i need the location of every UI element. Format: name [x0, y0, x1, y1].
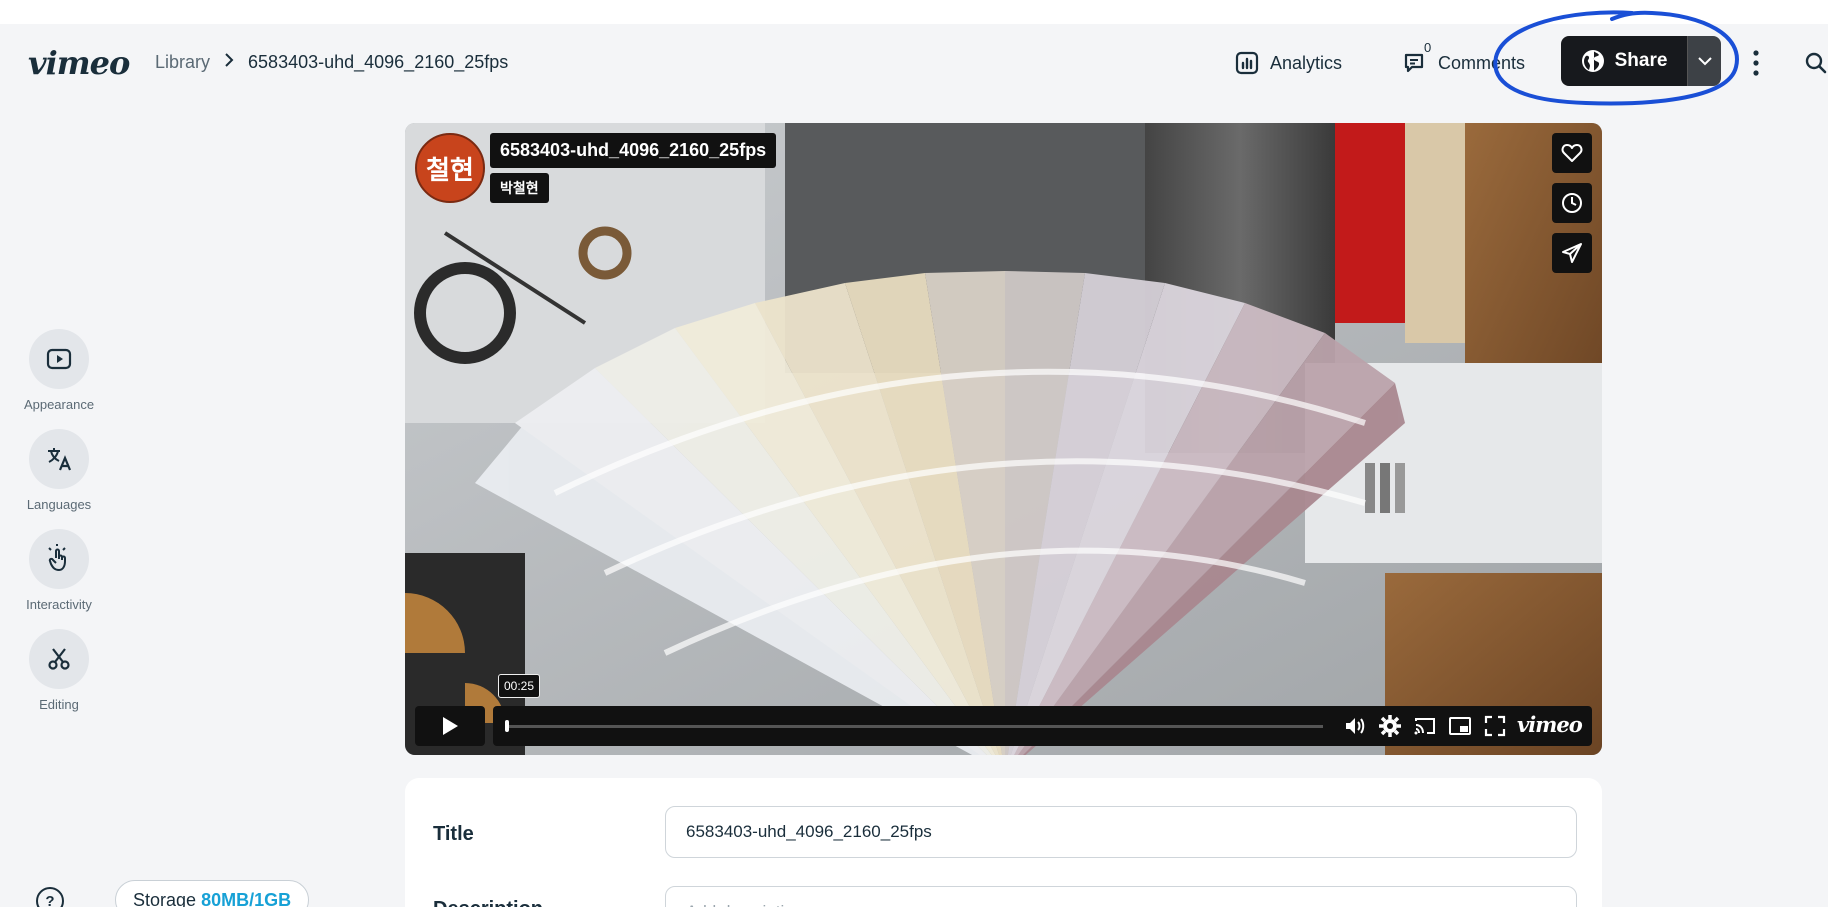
- storage-label: Storage: [133, 890, 197, 907]
- breadcrumb-current: 6583403-uhd_4096_2160_25fps: [248, 52, 509, 72]
- breadcrumb: Library 6583403-uhd_4096_2160_25fps: [155, 52, 508, 73]
- share-button-group: Share: [1561, 36, 1721, 86]
- top-strip: [0, 0, 1828, 24]
- header: vimeo Library 6583403-uhd_4096_2160_25fp…: [0, 24, 1828, 100]
- sidebar-item-editing[interactable]: Editing: [14, 629, 104, 712]
- avatar[interactable]: 철현: [415, 133, 485, 203]
- analytics-label: Analytics: [1270, 52, 1343, 73]
- title-field[interactable]: 6583403-uhd_4096_2160_25fps: [665, 806, 1577, 858]
- sidebar-item-label: Interactivity: [26, 597, 92, 612]
- share-button[interactable]: Share: [1561, 36, 1687, 86]
- volume-icon[interactable]: [1343, 714, 1367, 738]
- clock-icon: [1562, 193, 1582, 213]
- like-button[interactable]: [1552, 133, 1592, 173]
- sidebar-item-label: Languages: [26, 497, 92, 512]
- title-label: Title: [433, 823, 474, 845]
- progress-thumb[interactable]: [505, 720, 509, 732]
- comments-label: Comments: [1438, 52, 1526, 73]
- send-icon: [1562, 243, 1582, 263]
- editing-icon-wrap: [29, 629, 89, 689]
- sidebar-item-label: Appearance: [23, 397, 95, 412]
- languages-icon-wrap: [29, 429, 89, 489]
- fullscreen-icon[interactable]: [1483, 714, 1507, 738]
- sidebar-item-label: Editing: [39, 697, 79, 712]
- share-options-button[interactable]: [1687, 36, 1721, 86]
- progress-track[interactable]: [507, 725, 1323, 728]
- comments-count: 0: [1424, 40, 1432, 55]
- watch-later-button[interactable]: [1552, 183, 1592, 223]
- play-icon: [443, 717, 458, 735]
- breadcrumb-library-link[interactable]: Library: [155, 52, 210, 73]
- comments-button[interactable]: 0 Comments: [1402, 40, 1526, 80]
- sidebar-item-interactivity[interactable]: Interactivity: [14, 529, 104, 612]
- settings-icon[interactable]: [1378, 714, 1402, 738]
- send-button[interactable]: [1552, 233, 1592, 273]
- description-field[interactable]: Add description: [665, 886, 1577, 907]
- vimeo-player-logo[interactable]: vimeo: [1517, 712, 1583, 737]
- chevron-down-icon: [1697, 56, 1712, 65]
- scissors-icon: [48, 648, 70, 670]
- interactivity-icon-wrap: [29, 529, 89, 589]
- time-tooltip: 00:25: [498, 674, 541, 698]
- video-details-panel: Title 6583403-uhd_4096_2160_25fps Descri…: [405, 778, 1602, 907]
- heart-icon: [1561, 144, 1583, 162]
- cast-icon[interactable]: [1413, 714, 1437, 738]
- play-button[interactable]: [415, 706, 485, 746]
- storage-badge[interactable]: Storage 80MB/1GB: [115, 880, 310, 907]
- storage-amount: 80MB/1GB: [201, 890, 292, 907]
- search-icon[interactable]: [1804, 50, 1828, 76]
- video-player[interactable]: 철현 6583403-uhd_4096_2160_25fps 박철현 00:25…: [405, 123, 1602, 755]
- vimeo-logo[interactable]: vimeo: [28, 44, 130, 82]
- share-label: Share: [1614, 50, 1668, 71]
- player-controls: 00:25 vimeo: [415, 674, 1592, 746]
- more-icon[interactable]: [1748, 48, 1764, 78]
- video-frame: [405, 123, 1602, 755]
- play-square-icon: [46, 348, 72, 370]
- sidebar-item-languages[interactable]: Languages: [14, 429, 104, 512]
- chevron-right-icon: [224, 52, 234, 73]
- video-title[interactable]: 6583403-uhd_4096_2160_25fps: [490, 133, 777, 168]
- globe-icon: [1581, 50, 1604, 72]
- translate-icon: [48, 448, 72, 471]
- appearance-icon-wrap: [29, 329, 89, 389]
- help-icon[interactable]: ?: [36, 887, 64, 907]
- pip-icon[interactable]: [1448, 714, 1472, 738]
- video-owner[interactable]: 박철현: [490, 173, 549, 203]
- description-label: Description: [433, 898, 543, 907]
- analytics-icon: [1235, 51, 1259, 75]
- control-bar: vimeo: [493, 706, 1592, 746]
- sidebar-item-appearance[interactable]: Appearance: [14, 329, 104, 412]
- analytics-button[interactable]: Analytics: [1234, 46, 1342, 80]
- tap-icon: [48, 544, 66, 571]
